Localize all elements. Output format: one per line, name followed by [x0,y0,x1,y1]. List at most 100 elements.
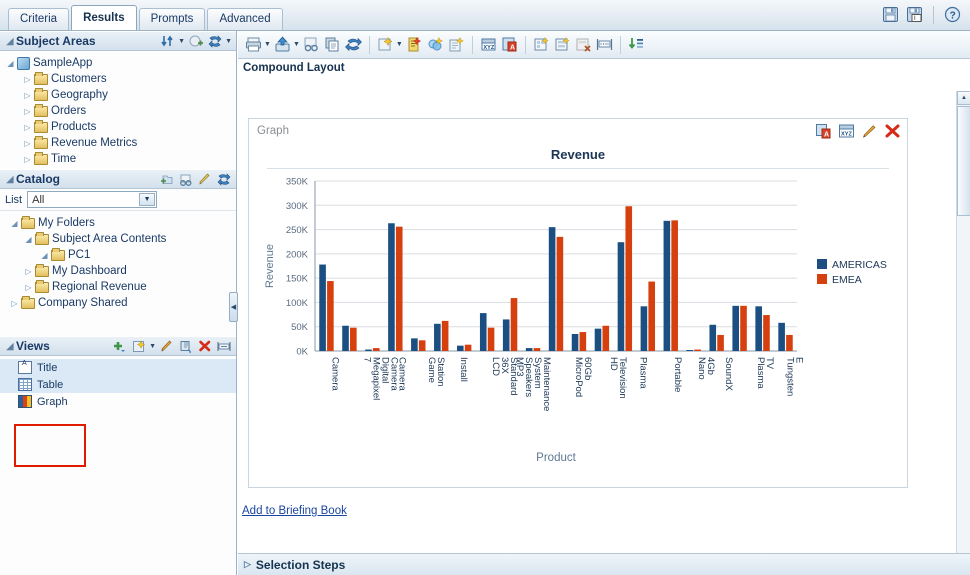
chart-bar[interactable] [388,223,395,351]
chart-bar[interactable] [556,236,564,351]
duplicate-view-icon[interactable] [178,339,194,354]
chart-plot-area[interactable]: 0K 50K 100K 150K 200K 250K 300K 350K Revenue Came… [249,169,909,469]
edit-prompt-icon[interactable] [405,35,424,54]
edit-icon[interactable] [861,123,878,140]
tree-item-orders[interactable]: ▷ Orders [4,103,234,119]
chart-bar[interactable] [365,349,372,351]
delete-icon[interactable] [884,123,901,140]
chart-bar[interactable] [510,298,518,351]
expand-icon[interactable]: ▷ [21,139,34,148]
chevron-down-icon[interactable]: ▼ [149,343,156,350]
expand-icon[interactable]: ▷ [21,91,34,100]
format-icon[interactable]: A [815,123,832,140]
edit-view-icon[interactable] [159,339,175,354]
view-properties-icon[interactable] [216,339,232,354]
measure-icon[interactable] [595,35,614,54]
chevron-down-icon[interactable]: ▼ [225,38,232,45]
tree-item-customers[interactable]: ▷ Customers [4,71,234,87]
expand-icon[interactable]: ◢ [38,251,51,260]
browse-icon[interactable] [178,172,194,187]
chart-bar[interactable] [602,325,610,351]
tree-item-company-shared[interactable]: ▷ Company Shared [4,295,234,311]
export-icon[interactable] [273,35,292,54]
panel-splitter-handle[interactable]: ◀ [229,292,238,322]
tree-item-regional-revenue[interactable]: ▷ Regional Revenue [4,279,234,295]
chart-bar[interactable] [732,305,740,351]
chart-bar[interactable] [411,338,418,351]
delete-view-icon[interactable] [197,339,213,354]
view-item-table[interactable]: Table [0,376,236,393]
filter-icon[interactable] [426,35,445,54]
preview-icon[interactable] [302,35,321,54]
chart-bar[interactable] [686,350,694,351]
legend-label[interactable]: AMERICAS [832,259,887,271]
expand-icon[interactable]: ▷ [21,123,34,132]
expand-icon[interactable]: ▷ [21,75,34,84]
save-icon[interactable] [881,5,900,24]
expand-icon[interactable]: ▷ [21,155,34,164]
tree-item-time[interactable]: ▷ Time [4,151,234,167]
edit-icon[interactable] [197,172,213,187]
chart-bar[interactable] [418,340,426,351]
chart-bar[interactable] [625,206,633,351]
chart-bar[interactable] [740,305,747,351]
sync-icon[interactable] [216,172,232,187]
expand-icon[interactable]: ▷ [21,107,34,116]
chart-bar[interactable] [464,344,472,351]
new-view-icon[interactable] [131,339,147,354]
expand-icon[interactable]: ◢ [22,235,35,244]
sort-icon[interactable] [627,35,646,54]
chart-bar[interactable] [786,334,793,351]
new-view-icon[interactable] [376,35,395,54]
tab-prompts[interactable]: Prompts [138,8,206,30]
chart-bar[interactable] [395,226,403,351]
properties-icon[interactable]: XYZ [838,123,855,140]
chevron-down-icon[interactable]: ▼ [293,41,300,48]
chevron-down-icon[interactable]: ▼ [178,38,185,45]
chart-bar[interactable] [502,319,510,351]
sort-icon[interactable] [160,34,176,49]
subject-areas-collapse-icon[interactable]: ◢ [4,36,16,47]
tab-criteria[interactable]: Criteria [8,8,70,30]
catalog-collapse-icon[interactable]: ◢ [4,174,16,185]
tree-item-subject-area-contents[interactable]: ◢ Subject Area Contents [4,231,234,247]
tree-root-sampleapp[interactable]: ◢ SampleApp [4,55,234,71]
new-calc-item-icon[interactable] [553,35,572,54]
chart-bar[interactable] [319,264,326,351]
print-icon[interactable] [244,35,263,54]
chart-bar[interactable] [372,348,380,351]
scroll-thumb[interactable] [957,106,970,216]
chart-bar[interactable] [479,313,487,351]
help-icon[interactable]: ? [943,5,962,24]
expand-icon[interactable]: ▷ [8,299,21,308]
chart-bar[interactable] [755,306,762,351]
revenue-bar-chart[interactable]: 0K 50K 100K 150K 200K 250K 300K 350K Revenue Came… [249,169,909,469]
remove-group-icon[interactable] [574,35,593,54]
chart-bar[interactable] [579,332,587,351]
legend-label[interactable]: EMEA [832,274,862,286]
chart-bar[interactable] [709,324,717,351]
refresh-icon[interactable] [344,35,363,54]
chart-bar[interactable] [342,325,349,351]
view-selector-icon[interactable]: A [500,35,519,54]
selection-steps-bar[interactable]: ▷ Selection Steps [238,553,970,575]
chart-bar[interactable] [441,320,449,351]
tree-item-pc1[interactable]: ◢ PC1 [4,247,234,263]
expand-icon[interactable]: ◢ [8,219,21,228]
chart-bar[interactable] [548,227,556,351]
chart-bar[interactable] [350,327,357,351]
views-collapse-icon[interactable]: ◢ [4,341,16,352]
column-selector-icon[interactable]: XYZ [479,35,498,54]
tree-item-my-folders[interactable]: ◢ My Folders [4,215,234,231]
tree-item-my-dashboard[interactable]: ▷ My Dashboard [4,263,234,279]
chevron-down-icon[interactable]: ▼ [264,41,271,48]
scroll-up-button[interactable]: ▲ [957,91,970,105]
save-as-icon[interactable]: I [905,5,924,24]
chart-bar[interactable] [671,220,678,351]
chevron-down-icon[interactable]: ▼ [139,193,156,206]
add-view-icon[interactable] [112,339,128,354]
chevron-down-icon[interactable]: ▼ [396,41,403,48]
chart-bar[interactable] [594,328,602,351]
new-group-icon[interactable] [532,35,551,54]
calculated-item-icon[interactable] [447,35,466,54]
